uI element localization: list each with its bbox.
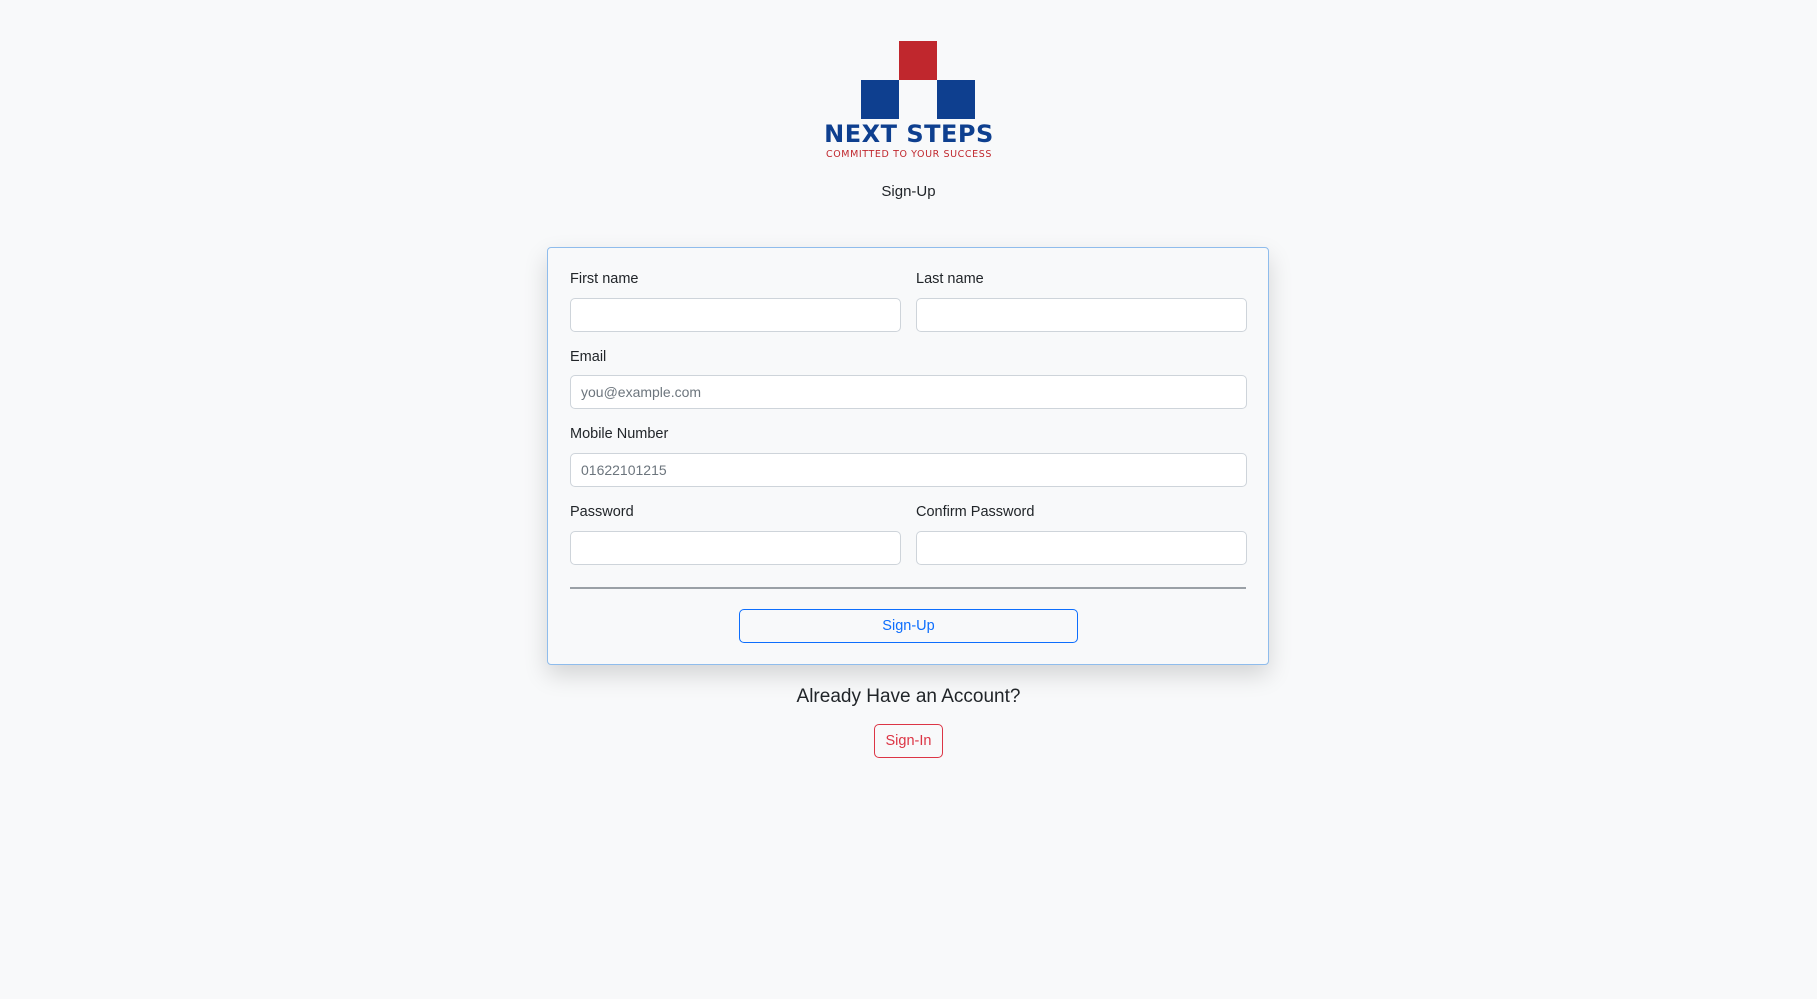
mobile-number-label: Mobile Number [570,426,669,442]
signin-button[interactable]: Sign-In [874,724,943,758]
email-input[interactable] [570,375,1247,409]
confirm-password-label: Confirm Password [916,504,1035,520]
first-name-input[interactable] [570,298,901,332]
last-name-label: Last name [916,271,984,287]
logo-wordmark: NEXT STEPS [824,120,994,148]
email-label: Email [570,349,607,365]
mobile-number-input[interactable] [570,453,1247,487]
confirm-password-input[interactable] [916,531,1247,565]
brand-logo: NEXT STEPS COMMITTED TO YOUR SUCCESS [818,41,1000,163]
already-have-account-text: Already Have an Account? [796,686,1021,707]
logo-blue-square-left [861,80,899,119]
signup-form-card: First name Last name Email Mobile Number… [547,247,1269,665]
logo-blue-square-right [937,80,975,119]
logo-red-square [899,41,937,80]
first-name-label: First name [570,271,639,287]
password-label: Password [570,504,634,520]
password-input[interactable] [570,531,901,565]
signup-button[interactable]: Sign-Up [739,609,1078,643]
form-divider [570,587,1246,589]
page-subtitle: Sign-Up [881,183,936,200]
logo-tagline: COMMITTED TO YOUR SUCCESS [825,149,993,160]
last-name-input[interactable] [916,298,1247,332]
